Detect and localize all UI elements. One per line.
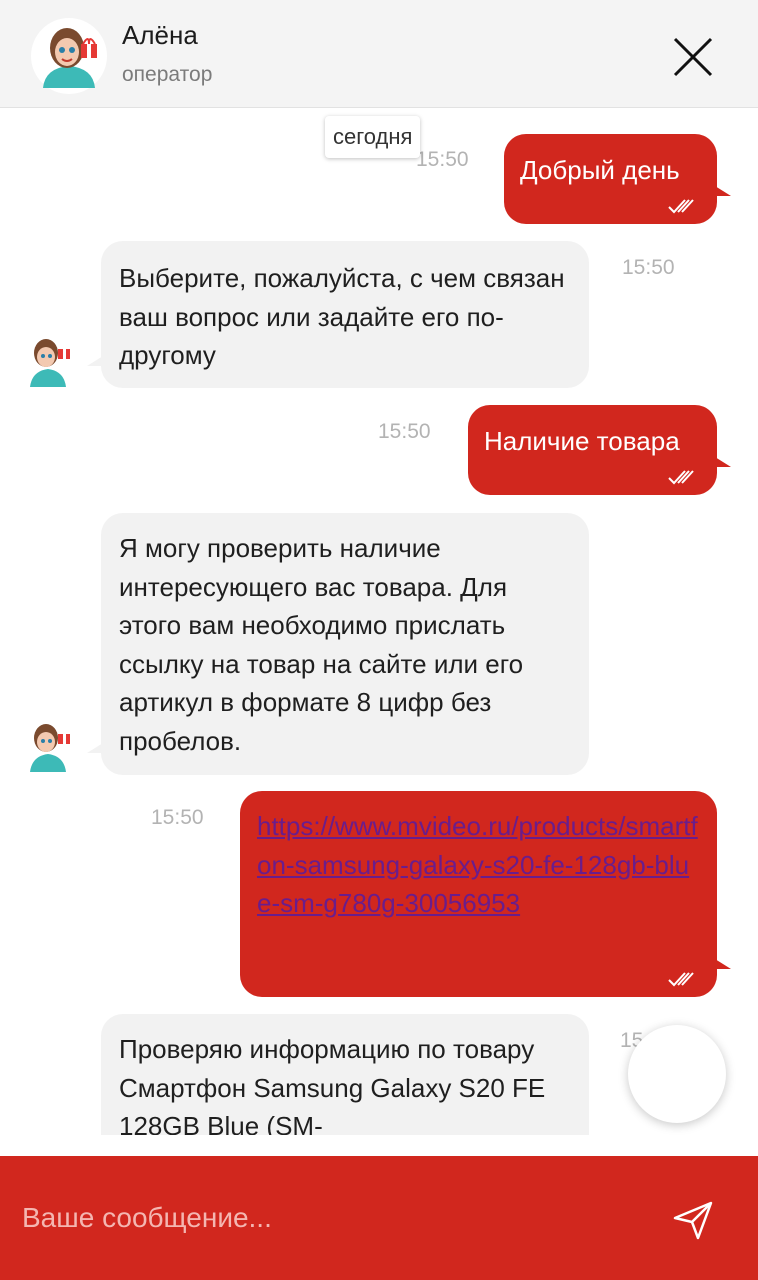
incoming-message: Проверяю информацию по товару Смартфон S… [101, 1014, 589, 1135]
operator-avatar [31, 18, 107, 94]
close-icon[interactable] [672, 36, 714, 78]
read-ticks-icon [668, 199, 694, 214]
operator-avatar-small [30, 339, 70, 387]
message-text: Наличие товара [484, 426, 680, 456]
outgoing-message: Наличие товара [468, 405, 731, 495]
message-text: Я могу проверить наличие интересующего в… [119, 533, 524, 756]
chat-header: Алёна оператор [0, 0, 758, 108]
message-time: 15:50 [378, 420, 431, 443]
message-input[interactable] [20, 1192, 644, 1244]
message-time: 15:50 [151, 806, 204, 829]
incoming-message: Я могу проверить наличие интересующего в… [87, 513, 589, 775]
scroll-down-button[interactable] [628, 1025, 726, 1123]
message-time: 15:50 [622, 256, 675, 279]
message-time: 15:50 [416, 148, 469, 171]
message-text: Добрый день [520, 155, 680, 185]
message-text: Выберите, пожалуйста, с чем связан ваш в… [119, 263, 565, 370]
message-text: Проверяю информацию по товару Смартфон S… [119, 1034, 546, 1135]
read-ticks-icon [668, 470, 694, 485]
operator-role: оператор [122, 63, 213, 86]
outgoing-message: Добрый день [504, 134, 731, 224]
send-icon[interactable] [672, 1199, 714, 1241]
incoming-message: Выберите, пожалуйста, с чем связан ваш в… [87, 241, 589, 388]
read-ticks-icon [668, 972, 694, 987]
operator-avatar-small [30, 724, 70, 772]
date-separator: сегодня [325, 116, 421, 158]
outgoing-message: https://www.mvideo.ru/products/smartfon-… [240, 791, 731, 997]
operator-name: Алёна [122, 20, 198, 50]
product-link[interactable]: https://www.mvideo.ru/products/smartfon-… [257, 811, 698, 918]
message-composer [0, 1156, 758, 1280]
